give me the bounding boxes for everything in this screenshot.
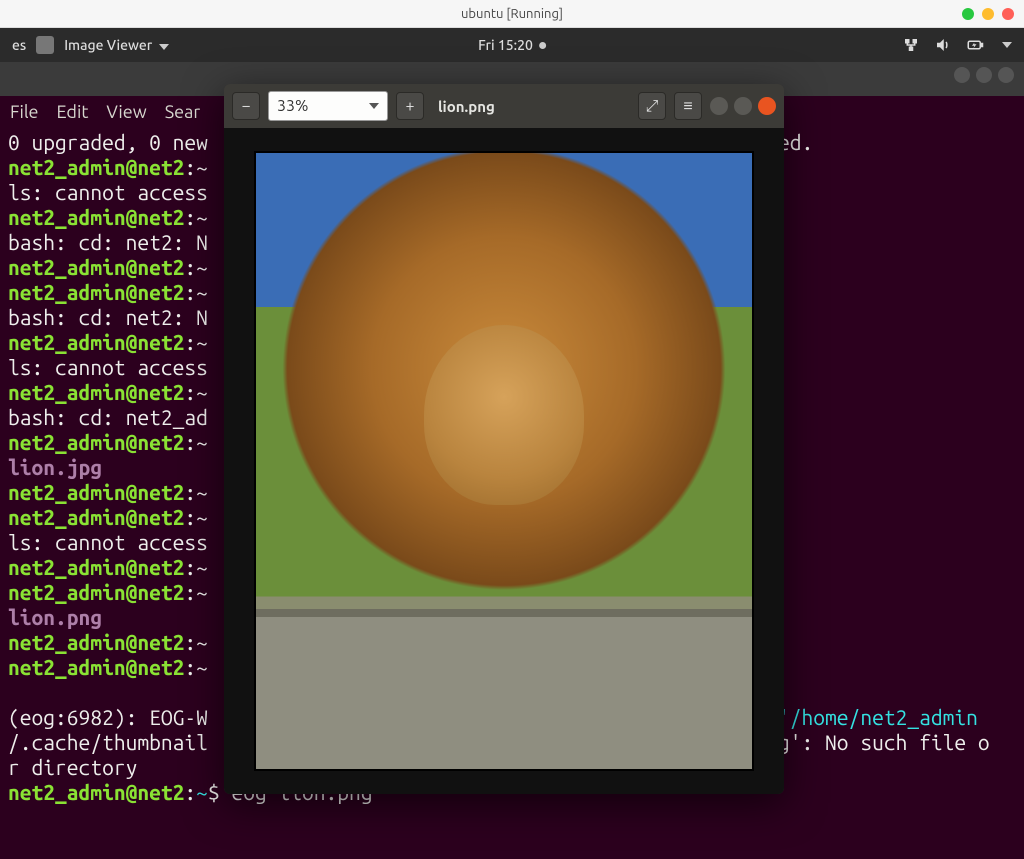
terminal-line-left: /.cache/thumbnail bbox=[8, 730, 208, 754]
zoom-level-dropdown[interactable]: 33% bbox=[268, 91, 388, 121]
terminal-close-button[interactable] bbox=[998, 67, 1014, 83]
host-window-titlebar: ubuntu [Running] bbox=[0, 0, 1024, 28]
terminal-menu-search-cut[interactable]: Sear bbox=[165, 102, 200, 124]
terminal-line-left: net2_admin@net2:~ bbox=[8, 255, 208, 279]
image-viewer-window: − 33% + lion.png ⤢ ≡ bbox=[224, 84, 784, 794]
gnome-app-menu[interactable]: Image Viewer bbox=[64, 37, 169, 53]
gnome-top-bar: es Image Viewer Fri 15:20 bbox=[0, 28, 1024, 62]
image-viewer-canvas[interactable] bbox=[224, 128, 784, 794]
terminal-line-left: (eog:6982): EOG-W bbox=[8, 705, 208, 729]
app-icon bbox=[36, 36, 54, 54]
terminal-line-left: net2_admin@net2:~ bbox=[8, 480, 208, 504]
host-minimize-button[interactable] bbox=[962, 8, 974, 20]
terminal-line-left: net2_admin@net2:~ bbox=[8, 655, 208, 679]
terminal-line-left: bash: cd: net2: N bbox=[8, 305, 208, 329]
terminal-line-left: ls: cannot access bbox=[8, 180, 208, 204]
terminal-menu-file[interactable]: File bbox=[10, 102, 39, 124]
image-viewer-filename: lion.png bbox=[432, 98, 630, 115]
notification-dot-icon bbox=[539, 42, 546, 49]
gnome-app-menu-label: Image Viewer bbox=[64, 37, 152, 53]
minus-icon: − bbox=[241, 97, 250, 115]
zoom-in-button[interactable]: + bbox=[396, 92, 424, 120]
terminal-line-right: '/home/net2_admin bbox=[778, 705, 978, 730]
terminal-line-left: ls: cannot access bbox=[8, 355, 208, 379]
image-content-placeholder bbox=[424, 325, 584, 505]
terminal-line-left: 0 upgraded, 0 new bbox=[8, 130, 208, 154]
terminal-line-right: g': No such file o bbox=[778, 730, 990, 755]
terminal-window-controls bbox=[954, 67, 1014, 83]
image-viewer-maximize-button[interactable] bbox=[734, 97, 752, 115]
image-viewer-close-button[interactable] bbox=[758, 97, 776, 115]
fullscreen-icon: ⤢ bbox=[646, 97, 659, 116]
terminal-line-left: lion.png bbox=[8, 605, 102, 629]
terminal-line-left: net2_admin@net2:~ bbox=[8, 205, 208, 229]
terminal-line-left: net2_admin@net2:~ bbox=[8, 330, 208, 354]
gnome-top-left: es Image Viewer bbox=[12, 36, 169, 54]
fullscreen-button[interactable]: ⤢ bbox=[638, 92, 666, 120]
terminal-line-left: bash: cd: net2: N bbox=[8, 230, 208, 254]
plus-icon: + bbox=[405, 97, 414, 115]
displayed-image bbox=[254, 151, 754, 771]
terminal-menu-view[interactable]: View bbox=[106, 102, 146, 124]
terminal-line-left: net2_admin@net2:~ bbox=[8, 630, 208, 654]
image-viewer-window-controls bbox=[710, 97, 776, 115]
image-content-placeholder bbox=[256, 609, 752, 769]
battery-icon bbox=[966, 36, 984, 54]
terminal-menu-edit[interactable]: Edit bbox=[57, 102, 89, 124]
gnome-top-truncated-label: es bbox=[12, 37, 26, 53]
chevron-down-icon bbox=[369, 103, 379, 109]
terminal-maximize-button[interactable] bbox=[976, 67, 992, 83]
terminal-minimize-button[interactable] bbox=[954, 67, 970, 83]
terminal-line-left: net2_admin@net2:~ bbox=[8, 555, 208, 579]
terminal-line-left: net2_admin@net2:~ bbox=[8, 380, 208, 404]
terminal-line-left: net2_admin@net2:~ bbox=[8, 580, 208, 604]
host-close-button[interactable] bbox=[1002, 8, 1014, 20]
host-zoom-button[interactable] bbox=[982, 8, 994, 20]
gnome-clock[interactable]: Fri 15:20 bbox=[478, 37, 546, 53]
terminal-line-left: lion.jpg bbox=[8, 455, 102, 479]
terminal-line-left: net2_admin@net2:~ bbox=[8, 155, 208, 179]
terminal-line-left: bash: cd: net2_ad bbox=[8, 405, 208, 429]
hamburger-menu-button[interactable]: ≡ bbox=[674, 92, 702, 120]
image-viewer-header: − 33% + lion.png ⤢ ≡ bbox=[224, 84, 784, 128]
zoom-out-button[interactable]: − bbox=[232, 92, 260, 120]
host-window-title: ubuntu [Running] bbox=[461, 7, 563, 21]
hamburger-icon: ≡ bbox=[683, 97, 692, 116]
chevron-down-icon bbox=[159, 44, 169, 50]
gnome-status-area[interactable] bbox=[902, 36, 1012, 54]
network-icon bbox=[902, 36, 920, 54]
volume-icon bbox=[934, 36, 952, 54]
image-viewer-minimize-button[interactable] bbox=[710, 97, 728, 115]
terminal-line-left: net2_admin@net2:~ bbox=[8, 505, 208, 529]
gnome-clock-label: Fri 15:20 bbox=[478, 37, 533, 53]
terminal-line-left: net2_admin@net2:~ bbox=[8, 280, 208, 304]
terminal-line-left: ls: cannot access bbox=[8, 530, 208, 554]
host-window-controls bbox=[962, 8, 1014, 20]
status-chevron-down-icon bbox=[1002, 42, 1012, 48]
terminal-line-left: net2_admin@net2:~ bbox=[8, 430, 208, 454]
zoom-level-label: 33% bbox=[277, 97, 309, 115]
terminal-line-left: r directory bbox=[8, 755, 137, 779]
